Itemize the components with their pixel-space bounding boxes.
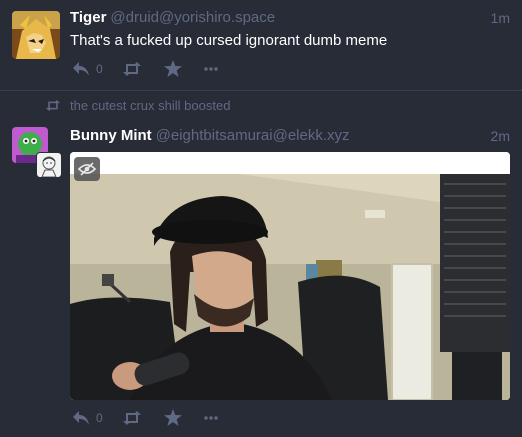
- display-name[interactable]: Tiger: [70, 9, 106, 26]
- reply-button[interactable]: 0: [72, 61, 122, 77]
- status-divider: [0, 90, 522, 91]
- account-handle[interactable]: @druid@yorishiro.space: [110, 9, 275, 26]
- more-icon: [204, 66, 218, 71]
- reply-icon: [73, 61, 89, 76]
- reply-count: 0: [96, 61, 103, 76]
- more-icon: [204, 415, 218, 420]
- timestamp[interactable]: 1m: [491, 10, 510, 26]
- display-name-line[interactable]: Bunny Mint @eightbitsamurai@elekk.xyz: [70, 127, 350, 144]
- reply-button[interactable]: 0: [72, 410, 122, 426]
- account-handle[interactable]: @eightbitsamurai@elekk.xyz: [156, 127, 350, 144]
- display-name-line[interactable]: Tiger @druid@yorishiro.space: [70, 9, 275, 26]
- favourite-icon: [164, 409, 182, 426]
- boost-icon: [45, 100, 61, 111]
- booster-avatar[interactable]: [36, 152, 62, 178]
- favourite-button[interactable]: [164, 60, 204, 77]
- status-content: That's a fucked up cursed ignorant dumb …: [70, 32, 388, 49]
- booster-avatar-image: [37, 153, 61, 177]
- timestamp[interactable]: 2m: [491, 128, 510, 144]
- reply-icon: [73, 410, 89, 425]
- display-name[interactable]: Bunny Mint: [70, 127, 152, 144]
- media-attachment[interactable]: [70, 152, 510, 400]
- boost-button[interactable]: [122, 410, 164, 425]
- more-button[interactable]: [204, 66, 224, 71]
- action-bar: 0: [72, 60, 224, 77]
- boost-icon: [123, 410, 141, 425]
- more-button[interactable]: [204, 415, 224, 420]
- eye-slash-icon: [78, 162, 96, 176]
- boost-notice-text: the cutest crux shill boosted: [70, 98, 231, 113]
- status-tiger[interactable]: Tiger @druid@yorishiro.space 1m That's a …: [0, 0, 522, 90]
- reply-count: 0: [96, 410, 103, 425]
- boost-button[interactable]: [122, 61, 164, 76]
- media-image: [70, 152, 510, 400]
- favourite-button[interactable]: [164, 409, 204, 426]
- hide-media-button[interactable]: [74, 157, 100, 181]
- boost-icon: [123, 61, 141, 76]
- avatar-image: [12, 11, 60, 59]
- boost-notice[interactable]: the cutest crux shill boosted: [45, 98, 230, 113]
- avatar[interactable]: [12, 11, 60, 59]
- action-bar: 0: [72, 409, 224, 426]
- favourite-icon: [164, 60, 182, 77]
